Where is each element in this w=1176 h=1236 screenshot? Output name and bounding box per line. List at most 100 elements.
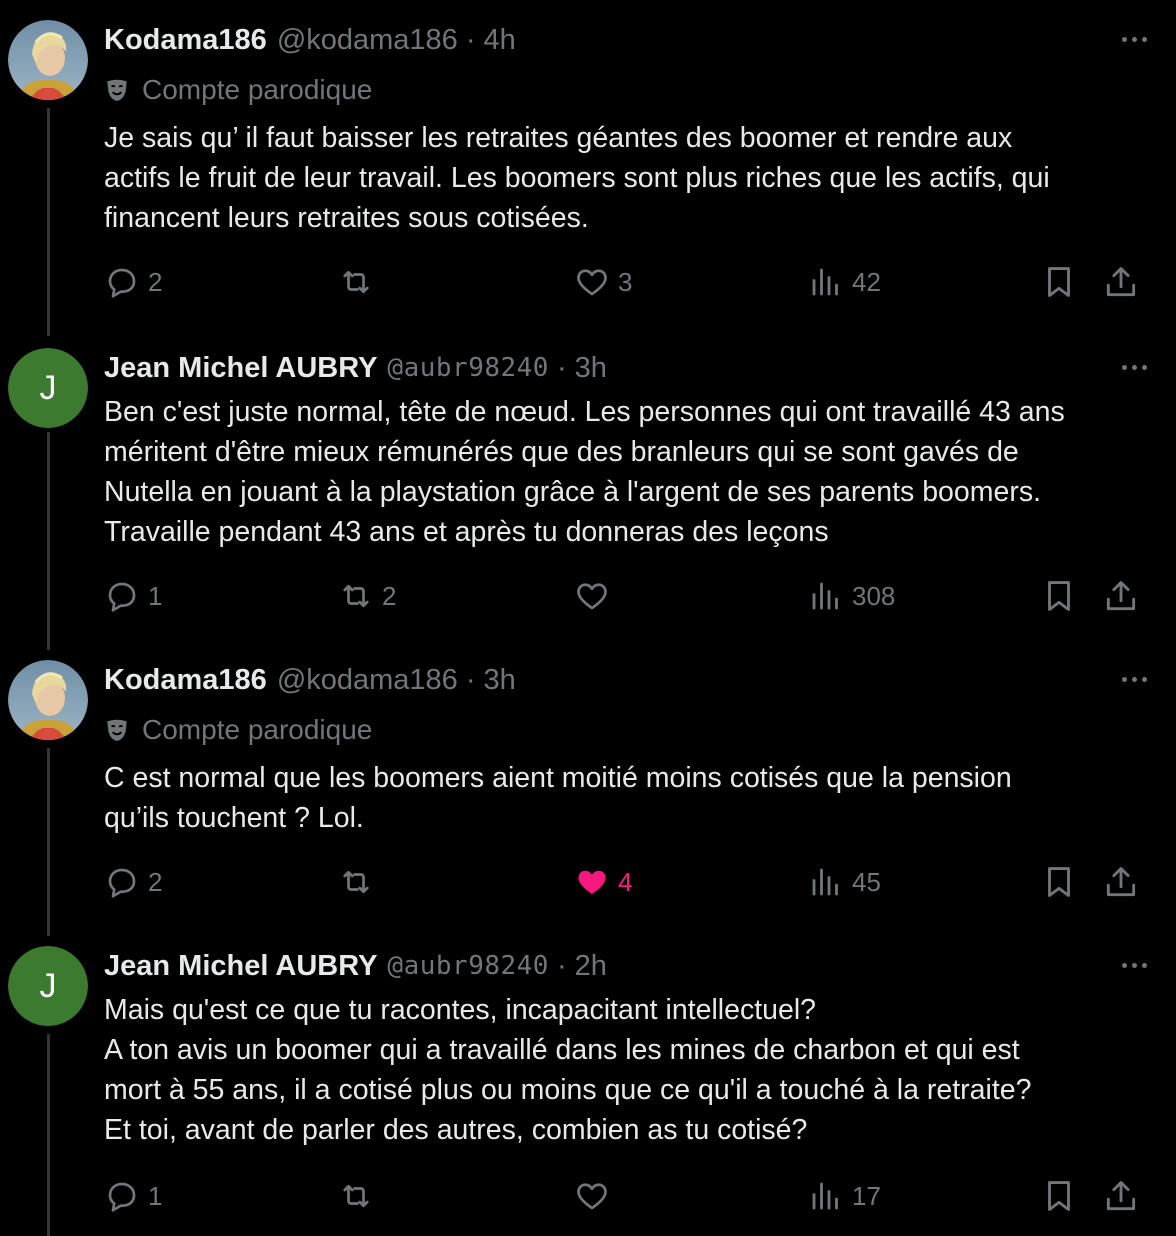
author-handle[interactable]: @aubr98240 [387,353,549,383]
parody-label: Compte parodique [104,70,372,110]
timestamp[interactable]: 3h [575,352,607,385]
avatar-letter: J [8,348,88,428]
share-icon [1106,581,1136,611]
tweet-header: Kodama186 @kodama186 · 3h [104,660,516,700]
author-handle[interactable]: @aubr98240 [387,951,549,981]
author-handle[interactable]: @kodama186 [277,24,458,57]
repost-button[interactable] [338,862,382,902]
views-icon [812,1182,838,1210]
avatar[interactable] [8,660,88,740]
tweet-text-line: financent leurs retraites sous cotisées. [104,202,589,234]
repost-count: 2 [382,580,397,611]
reply-button[interactable]: 2 [104,262,162,302]
tweet-text-line: Je sais qu’ il faut baisser les retraite… [104,122,1013,154]
author-name[interactable]: Kodama186 [104,664,267,697]
tweet-text: C est normal que les boomers aient moiti… [104,758,1164,838]
tweet[interactable]: J Jean Michel AUBRY @aubr98240 · 3h Ben … [0,328,1176,648]
tweet-header: Kodama186 @kodama186 · 4h [104,20,516,60]
like-button[interactable]: 3 [574,262,632,302]
theater-mask-icon [107,719,127,741]
reply-count: 2 [148,866,163,897]
more-options-icon[interactable] [1114,950,1154,980]
share-button[interactable] [1102,576,1140,616]
bookmark-button[interactable] [1040,262,1078,302]
like-button[interactable] [574,576,618,616]
more-options-icon[interactable] [1114,664,1154,694]
author-name[interactable]: Jean Michel AUBRY [104,352,377,385]
share-icon [1106,867,1136,897]
separator-dot: · [465,663,476,696]
bookmark-icon [1048,867,1070,897]
bookmark-icon [1048,1181,1070,1211]
avatar[interactable]: J [8,348,88,428]
avatar-letter: J [8,946,88,1026]
bookmark-icon [1048,581,1070,611]
tweet-text-line: Travaille pendant 43 ans et après tu don… [104,516,829,548]
tweet-text-line: méritent d'être mieux rémunérés que des … [104,436,1019,468]
bookmark-button[interactable] [1040,862,1078,902]
timestamp[interactable]: 3h [483,664,515,697]
tweet[interactable]: Kodama186 @kodama186 · 4h Compte parodiq… [0,0,1176,330]
heart-icon [577,1183,607,1210]
reply-icon [108,582,136,612]
bookmark-icon [1048,267,1070,297]
repost-button[interactable]: 2 [338,576,396,616]
views-button[interactable]: 42 [808,262,881,302]
repost-icon [343,584,369,608]
share-button[interactable] [1102,1176,1140,1216]
author-name[interactable]: Kodama186 [104,24,267,57]
share-icon [1106,1181,1136,1211]
separator-dot: · [556,351,567,384]
tweet-text-line: qu’ils touchent ? Lol. [104,802,364,834]
like-button[interactable]: 4 [574,862,632,902]
tweet-text-line: Nutella en jouant à la playstation grâce… [104,476,1042,508]
tweet[interactable]: Kodama186 @kodama186 · 3h Compte parodiq… [0,640,1176,940]
views-button[interactable]: 17 [808,1176,881,1216]
heart-icon [577,583,607,610]
views-button[interactable]: 45 [808,862,881,902]
tweet-text: Ben c'est juste normal, tête de nœud. Le… [104,392,1164,552]
reply-button[interactable]: 1 [104,576,162,616]
parody-label-text: Compte parodique [142,714,373,745]
like-count: 3 [618,266,633,297]
timestamp[interactable]: 4h [483,24,515,57]
views-button[interactable]: 308 [808,576,895,616]
reply-count: 1 [148,580,163,611]
heart-icon [577,269,607,296]
timestamp[interactable]: 2h [575,950,607,983]
tweet-text-line: mort à 55 ans, il a cotisé plus ou moins… [104,1074,1032,1106]
share-button[interactable] [1102,262,1140,302]
parody-label: Compte parodique [104,710,372,750]
separator-dot: · [465,23,476,56]
views-count: 17 [852,1180,881,1211]
share-icon [1106,267,1136,297]
tweet-text: Mais qu'est ce que tu racontes, incapaci… [104,990,1164,1150]
avatar[interactable] [8,20,88,100]
views-icon [812,868,838,896]
tweet-header: Jean Michel AUBRY @aubr98240 · 2h [104,946,607,986]
author-name[interactable]: Jean Michel AUBRY [104,950,377,983]
reply-count: 1 [148,1180,163,1211]
share-button[interactable] [1102,862,1140,902]
views-icon [812,582,838,610]
reply-button[interactable]: 1 [104,1176,162,1216]
reply-button[interactable]: 2 [104,862,162,902]
more-options-icon[interactable] [1114,24,1154,54]
action-bar: 2 4 45 [0,862,1176,902]
tweet-text-line: C est normal que les boomers aient moiti… [104,762,1012,794]
repost-icon [343,1184,369,1208]
reply-icon [108,1182,136,1212]
bookmark-button[interactable] [1040,1176,1078,1216]
bookmark-button[interactable] [1040,576,1078,616]
theater-mask-icon [107,79,127,101]
repost-button[interactable] [338,262,382,302]
tweet-text: Je sais qu’ il faut baisser les retraite… [104,118,1164,238]
tweet[interactable]: J Jean Michel AUBRY @aubr98240 · 2h Mais… [0,926,1176,1236]
repost-button[interactable] [338,1176,382,1216]
author-handle[interactable]: @kodama186 [277,664,458,697]
views-count: 308 [852,580,896,611]
more-options-icon[interactable] [1114,352,1154,382]
like-button[interactable] [574,1176,618,1216]
avatar[interactable]: J [8,946,88,1026]
views-icon [812,268,838,296]
